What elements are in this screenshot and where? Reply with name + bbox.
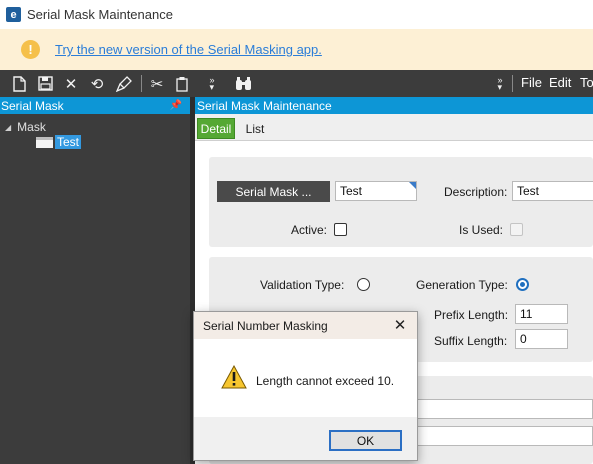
- tree-node-root-label: Mask: [17, 120, 46, 134]
- validation-type-label: Validation Type:: [260, 278, 345, 292]
- description-value: Test: [517, 184, 540, 198]
- warning-triangle-icon: [221, 365, 247, 389]
- active-label: Active:: [291, 223, 328, 237]
- dialog-footer: OK: [194, 417, 417, 460]
- tab-detail[interactable]: Detail: [197, 118, 235, 139]
- new-version-link[interactable]: Try the new version of the Serial Maskin…: [55, 42, 322, 57]
- app-logo: e: [6, 7, 21, 22]
- mask-group: Serial Mask ... Test Description: Test A…: [209, 157, 593, 247]
- new-icon[interactable]: [10, 73, 28, 94]
- tab-bar: Detail List: [195, 114, 593, 141]
- tab-list[interactable]: List: [241, 118, 269, 139]
- collapse-icon[interactable]: ◢: [5, 123, 11, 132]
- generation-type-label: Generation Type:: [416, 278, 508, 292]
- refresh-icon[interactable]: ⟲: [88, 73, 106, 94]
- main-toolbar: ✕ ⟲ ✂ » ▾ » ▾ File Edit To: [0, 70, 593, 97]
- validation-type-radio[interactable]: [357, 278, 370, 291]
- delete-icon[interactable]: ✕: [62, 73, 80, 94]
- active-checkbox[interactable]: [334, 223, 347, 236]
- tree-node-root[interactable]: ◢ Mask: [5, 120, 46, 134]
- description-label: Description:: [444, 185, 508, 199]
- prefix-length-field[interactable]: 11: [515, 304, 568, 324]
- dialog-message: Length cannot exceed 10.: [256, 374, 395, 388]
- menu-overflow-icon[interactable]: » ▾: [493, 73, 507, 94]
- lower-field-2[interactable]: [409, 426, 593, 446]
- required-marker: [409, 182, 416, 189]
- maintenance-panel-header: Serial Mask Maintenance: [195, 97, 593, 114]
- serial-mask-value: Test: [340, 184, 363, 198]
- maintenance-panel-title: Serial Mask Maintenance: [197, 98, 332, 113]
- dialog-title: Serial Number Masking: [203, 318, 328, 333]
- window-titlebar: e Serial Mask Maintenance: [0, 0, 593, 29]
- tree-node-test[interactable]: Test: [36, 135, 82, 149]
- menu-tools[interactable]: To: [580, 75, 593, 90]
- tree-node-test-label: Test: [55, 135, 82, 149]
- suffix-length-label: Suffix Length:: [434, 334, 508, 348]
- folder-icon: [36, 136, 53, 148]
- tree-panel-title: Serial Mask: [1, 98, 64, 113]
- dialog-titlebar: Serial Number Masking: [194, 312, 417, 339]
- serial-mask-field[interactable]: Test: [335, 181, 417, 201]
- window-title: Serial Mask Maintenance: [27, 7, 173, 22]
- message-dialog: Serial Number Masking ✕ Length cannot ex…: [193, 311, 418, 461]
- generation-type-radio[interactable]: [516, 278, 529, 291]
- warning-icon: !: [21, 40, 40, 59]
- lower-field-1[interactable]: [409, 399, 593, 419]
- clear-icon[interactable]: [114, 73, 134, 94]
- is-used-checkbox: [510, 223, 523, 236]
- suffix-length-field[interactable]: 0: [515, 329, 568, 349]
- dialog-body: Length cannot exceed 10.: [194, 339, 417, 417]
- ok-button[interactable]: OK: [329, 430, 402, 451]
- tree-panel-header: Serial Mask 📌: [0, 97, 190, 114]
- tree-panel: Serial Mask 📌 ◢ Mask Test: [0, 97, 190, 464]
- close-icon[interactable]: ✕: [391, 316, 409, 334]
- save-icon[interactable]: [36, 73, 54, 94]
- description-field[interactable]: Test: [512, 181, 593, 201]
- prefix-length-label: Prefix Length:: [434, 308, 509, 322]
- paste-icon[interactable]: [173, 73, 191, 94]
- suffix-length-value: 0: [520, 332, 527, 346]
- prefix-length-value: 11: [520, 307, 533, 321]
- menu-file[interactable]: File: [521, 75, 542, 90]
- search-icon[interactable]: [233, 73, 253, 94]
- toolbar-separator: [141, 75, 142, 92]
- is-used-label: Is Used:: [459, 223, 504, 237]
- overflow-icon[interactable]: » ▾: [205, 73, 219, 94]
- pin-icon[interactable]: 📌: [170, 100, 182, 111]
- cut-icon[interactable]: ✂: [147, 73, 167, 94]
- menu-edit[interactable]: Edit: [549, 75, 571, 90]
- serial-mask-button[interactable]: Serial Mask ...: [217, 181, 330, 202]
- upgrade-banner: ! Try the new version of the Serial Mask…: [0, 29, 593, 70]
- menu-separator: [512, 75, 513, 92]
